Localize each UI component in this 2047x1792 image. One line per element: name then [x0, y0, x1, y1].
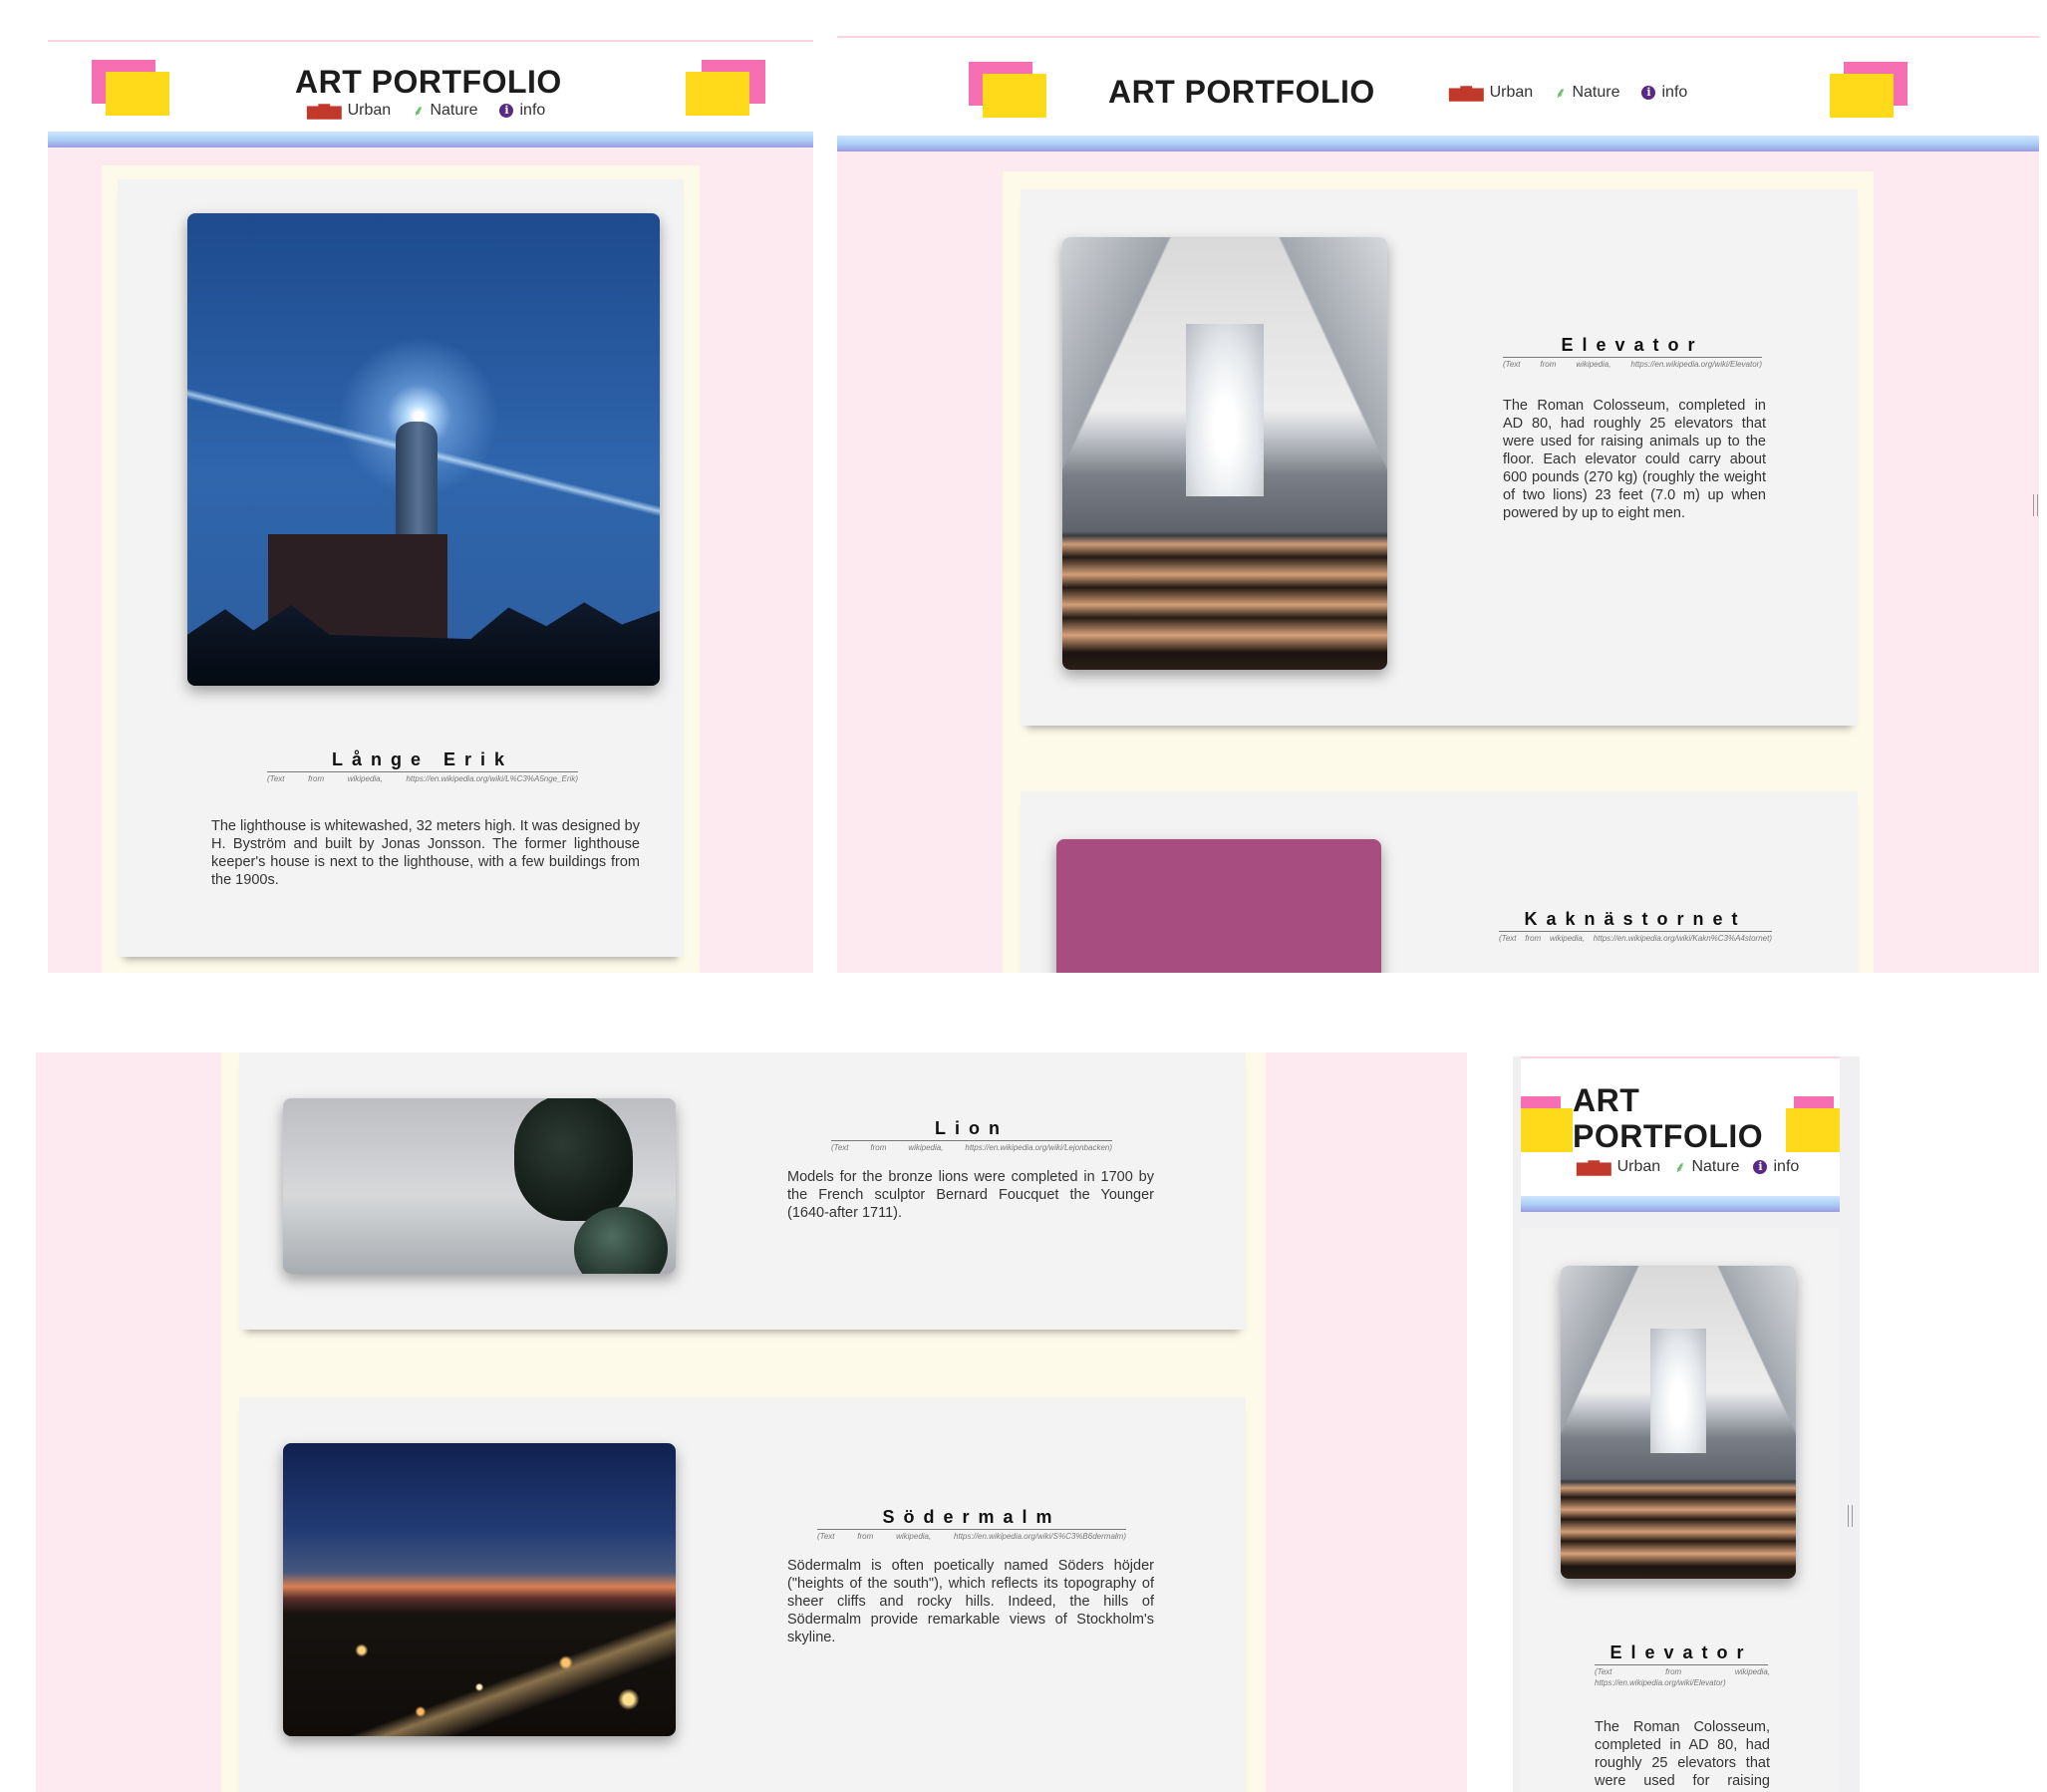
nav-urban-label: Urban [1616, 1158, 1661, 1175]
artwork-credit: (Text from wikipedia, https://en.wikiped… [1499, 934, 1772, 943]
artwork-card-lion: Lion (Text from wikipedia, https://en.wi… [239, 1052, 1246, 1330]
plant-icon: ⸙ [1555, 84, 1567, 102]
artwork-image-lion[interactable] [283, 1098, 676, 1274]
artwork-image-lange-erik[interactable] [187, 213, 660, 686]
site-title[interactable]: ART PORTFOLIO [1108, 74, 1375, 111]
artwork-title: Lion [831, 1118, 1112, 1141]
resize-handle[interactable] [2033, 494, 2038, 516]
site-title[interactable]: ART PORTFOLIO [295, 64, 562, 101]
nav-urban[interactable]: ▆▇▆ Urban [307, 102, 391, 120]
artwork-credit: (Text from wikipedia, https://en.wikiped… [1503, 360, 1762, 369]
artwork-credit: (Text from wikipedia, https://en.wikiped… [267, 774, 578, 783]
artwork-credit: (Text from wikipedia, https://en.wikiped… [831, 1143, 1112, 1152]
artwork-card-elevator: Elevator (Text from wikipedia, https://e… [1521, 1228, 1840, 1792]
nav-urban[interactable]: ▆▇▆ Urban [1577, 1158, 1660, 1176]
screenshot-pane-lange-erik: ART PORTFOLIO ▆▇▆ Urban ⸙ Nature i info Lån… [48, 40, 813, 973]
main-nav: ▆▇▆ Urban ⸙ Nature i info [307, 102, 545, 120]
nav-info[interactable]: i info [1753, 1158, 1799, 1176]
main-nav: ▆▇▆ Urban ⸙ Nature i info [1577, 1158, 1799, 1176]
artwork-title: Långe Erik [267, 749, 578, 772]
header-band [48, 132, 813, 148]
artwork-title: Elevator [1595, 1643, 1768, 1665]
site-title[interactable]: ART PORTFOLIO [1573, 1082, 1772, 1154]
nav-info-label: info [1661, 84, 1688, 101]
artwork-image-sodermalm[interactable] [283, 1443, 676, 1736]
artwork-image-elevator[interactable] [1062, 237, 1387, 670]
artwork-card-lange-erik: Långe Erik (Text from wikipedia, https:/… [118, 179, 684, 957]
plant-icon: ⸙ [413, 102, 425, 120]
artwork-image-elevator[interactable] [1561, 1266, 1796, 1579]
artwork-description: Södermalm is often poetically named Söde… [787, 1558, 1154, 1645]
artwork-credit: (Text from wikipedia, https://en.wikiped… [817, 1532, 1126, 1541]
nav-info-label: info [1773, 1158, 1800, 1175]
city-icon: ▆▇▆ [1577, 1158, 1611, 1176]
nav-info-label: info [519, 102, 546, 119]
artwork-description: Models for the bronze lions were complet… [787, 1169, 1154, 1221]
info-icon: i [1641, 86, 1656, 100]
nav-urban[interactable]: ▆▇▆ Urban [1449, 84, 1533, 102]
main-nav: ▆▇▆ Urban ⸙ Nature i info [1449, 84, 1687, 102]
artwork-title: Kaknästornet [1499, 909, 1772, 932]
site-header: ART PORTFOLIO ▆▇▆ Urban ⸙ Nature i info [837, 36, 2039, 144]
nav-nature-label: Nature [430, 102, 478, 119]
artwork-credit: (Text from wikipedia, https://en.wikiped… [1595, 1667, 1770, 1687]
nav-info[interactable]: i info [1641, 84, 1687, 102]
header-band [837, 136, 2039, 151]
artwork-card-sodermalm: Södermalm (Text from wikipedia, https://… [239, 1397, 1246, 1792]
nav-urban-label: Urban [1489, 84, 1534, 101]
screenshot-pane-elevator-mobile: ART PORTFOLIO ▆▇▆ Urban ⸙ Nature i info Ele… [1513, 1056, 1860, 1792]
artwork-card-elevator: Elevator (Text from wikipedia, https://e… [1021, 189, 1858, 726]
artwork-description: The lighthouse is whitewashed, 32 meters… [211, 818, 640, 888]
plant-icon: ⸙ [1674, 1158, 1686, 1176]
artwork-title: Södermalm [817, 1507, 1126, 1530]
artwork-description: The Roman Colosseum, completed in AD 80,… [1595, 1719, 1770, 1792]
nav-nature[interactable]: ⸙ Nature [1674, 1158, 1739, 1176]
info-icon: i [499, 104, 514, 118]
screenshot-pane-elevator-wide: ART PORTFOLIO ▆▇▆ Urban ⸙ Nature i info Ele… [837, 36, 2039, 973]
header-band [1521, 1196, 1840, 1212]
artwork-title: Elevator [1503, 335, 1762, 358]
screenshot-pane-lion-sodermalm: Lion (Text from wikipedia, https://en.wi… [36, 1052, 1467, 1792]
nav-urban-label: Urban [347, 102, 392, 119]
nav-nature[interactable]: ⸙ Nature [413, 102, 477, 120]
artwork-card-kaknastornet: Kaknästornet (Text from wikipedia, https… [1021, 791, 1858, 973]
city-icon: ▆▇▆ [1449, 84, 1484, 102]
info-icon: i [1753, 1160, 1768, 1174]
site-header: ART PORTFOLIO ▆▇▆ Urban ⸙ Nature i info [1521, 1056, 1840, 1204]
site-header: ART PORTFOLIO ▆▇▆ Urban ⸙ Nature i info [48, 40, 813, 140]
city-icon: ▆▇▆ [307, 102, 342, 120]
nav-nature-label: Nature [1691, 1158, 1740, 1175]
artwork-image-kaknastornet[interactable] [1056, 839, 1381, 973]
resize-handle[interactable] [1848, 1505, 1853, 1527]
artwork-description: The Roman Colosseum, completed in AD 80,… [1503, 398, 1766, 521]
nav-nature-label: Nature [1572, 84, 1620, 101]
nav-info[interactable]: i info [499, 102, 545, 120]
nav-nature[interactable]: ⸙ Nature [1555, 84, 1619, 102]
